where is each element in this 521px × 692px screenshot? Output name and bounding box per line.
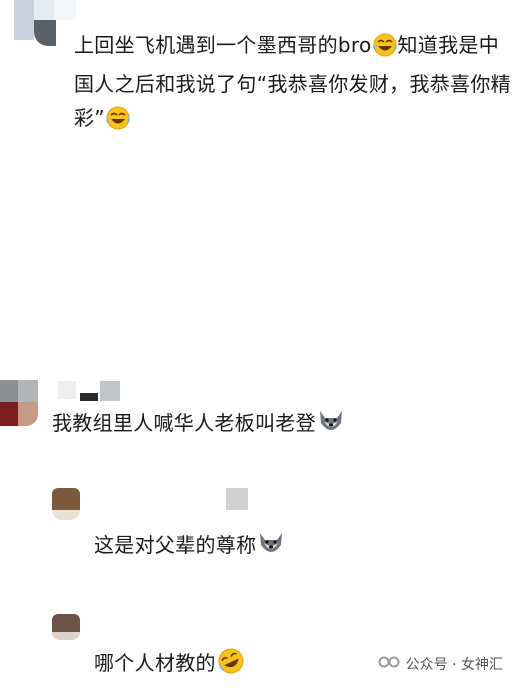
comment-1-line-1: 上回坐飞机遇到一个墨西哥的bro 知道我是中 [74, 28, 514, 67]
comment-4-text: 哪个人材教的 [94, 651, 216, 675]
comment-1-text-b: 知道我是中 [397, 33, 500, 57]
wechat-channel-icon [378, 654, 400, 674]
comment-1-line-2: 国人之后和我说了句“我恭喜你发财，我恭喜你精 [74, 72, 511, 96]
comment-1-text-c: 彩” [74, 106, 105, 130]
comment-3: 这是对父辈的尊称 [94, 528, 286, 567]
watermark: 公众号 · 女神汇 [378, 652, 503, 676]
wolf-emoji-icon [256, 531, 286, 567]
rolling-laughing-emoji-icon [216, 647, 246, 685]
avatar[interactable] [14, 0, 76, 46]
laughing-crying-emoji-icon [105, 106, 131, 140]
wolf-emoji-icon [316, 409, 346, 445]
avatar[interactable] [52, 488, 80, 520]
comment-3-text: 这是对父辈的尊称 [94, 533, 257, 557]
comment-2: 我教组里人喊华人老板叫老登 [52, 406, 346, 445]
avatar[interactable] [52, 614, 80, 640]
comment-2-text: 我教组里人喊华人老板叫老登 [52, 411, 316, 435]
username-mosaic [226, 488, 248, 510]
watermark-label: 公众号 · 女神汇 [405, 657, 503, 673]
comment-1-text-a: 上回坐飞机遇到一个墨西哥的bro [74, 33, 372, 57]
laughing-crying-emoji-icon [372, 33, 398, 67]
username-mosaic [58, 381, 122, 403]
comment-4: 哪个人材教的 [94, 646, 246, 685]
comment-1-line-3: 彩” [74, 101, 514, 140]
comment-1: 上回坐飞机遇到一个墨西哥的bro 知道我是中 国人之后和我说了句“我恭喜你发财，… [74, 28, 514, 140]
avatar[interactable] [0, 380, 38, 426]
